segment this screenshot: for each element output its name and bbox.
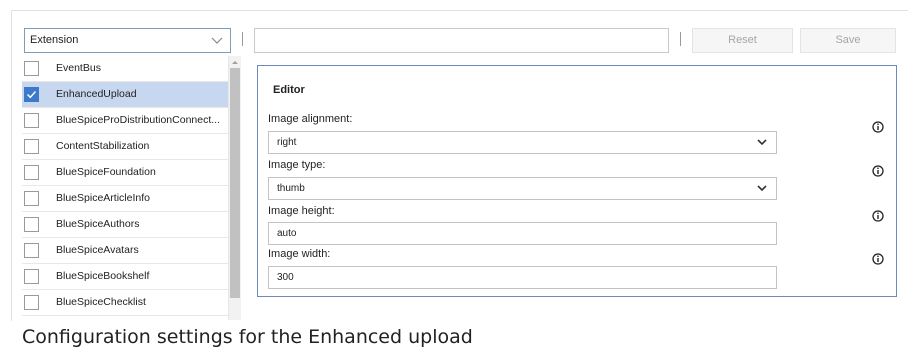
extension-name: BlueSpiceAuthors [56, 218, 140, 230]
scroll-thumb[interactable] [230, 68, 240, 298]
list-scrollbar[interactable] [229, 56, 241, 320]
filter-dropdown[interactable]: Extension [24, 28, 231, 53]
extension-checkbox[interactable] [24, 191, 39, 206]
extension-name: BlueSpiceBookshelf [56, 270, 150, 282]
image-type-value: thumb [277, 183, 305, 194]
list-item[interactable]: BlueSpiceProDistributionConnect... [22, 108, 228, 134]
extension-checkbox[interactable] [24, 113, 39, 128]
extension-checkbox[interactable] [24, 139, 39, 154]
list-item[interactable]: BlueSpiceFoundation [22, 160, 228, 186]
list-item[interactable]: BlueSpiceAvatars [22, 238, 228, 264]
extension-checkbox[interactable] [24, 243, 39, 258]
filter-dropdown-value: Extension [30, 34, 79, 46]
list-item[interactable]: EnhancedUpload [22, 82, 228, 108]
editor-panel: Editor Image alignment: right Image type… [257, 65, 897, 297]
image-height-label: Image height: [268, 205, 335, 217]
scroll-up-arrow-icon[interactable] [229, 56, 241, 68]
extension-name: BlueSpiceArticleInfo [56, 192, 150, 204]
info-icon[interactable] [872, 209, 884, 222]
extension-checkbox[interactable] [24, 165, 39, 180]
image-height-value: auto [277, 228, 297, 239]
list-item[interactable]: BlueSpiceChecklist [22, 290, 228, 316]
extension-list: EventBus EnhancedUpload BlueSpiceProDistri… [22, 56, 229, 320]
info-icon[interactable] [872, 164, 884, 177]
list-item[interactable]: EventBus [22, 56, 228, 82]
image-height-input[interactable]: auto [268, 222, 777, 245]
extension-checkbox[interactable] [24, 295, 39, 310]
search-input[interactable] [254, 28, 669, 53]
list-item[interactable]: ContentStabilization [22, 134, 228, 160]
info-icon[interactable] [872, 252, 884, 265]
image-alignment-dropdown[interactable]: right [268, 131, 777, 154]
image-alignment-value: right [277, 137, 297, 148]
extension-name: BlueSpiceProDistributionConnect... [56, 114, 221, 126]
image-width-label: Image width: [268, 248, 331, 260]
extension-checkbox[interactable] [24, 217, 39, 232]
list-item[interactable]: BlueSpiceBookshelf [22, 264, 228, 290]
chevron-down-icon [756, 178, 768, 199]
extension-checkbox[interactable] [24, 61, 39, 76]
chevron-down-icon [210, 29, 224, 52]
extension-name: BlueSpiceFoundation [56, 166, 156, 178]
toolbar-separator [680, 32, 681, 46]
toolbar-separator [242, 32, 243, 46]
reset-button[interactable]: Reset [692, 28, 793, 53]
extension-checkbox[interactable] [24, 87, 39, 102]
image-width-value: 300 [277, 272, 294, 283]
list-item[interactable]: BlueSpiceAuthors [22, 212, 228, 238]
extension-name: ContentStabilization [56, 140, 150, 152]
image-type-label: Image type: [268, 159, 326, 171]
list-item[interactable]: BlueSpiceArticleInfo [22, 186, 228, 212]
image-width-input[interactable]: 300 [268, 266, 777, 289]
checkmark-icon [27, 91, 37, 99]
extension-checkbox[interactable] [24, 269, 39, 284]
extension-name: BlueSpiceChecklist [56, 296, 146, 308]
editor-title: Editor [273, 84, 305, 96]
extension-name: BlueSpiceAvatars [56, 244, 139, 256]
extension-name: EnhancedUpload [56, 88, 137, 100]
chevron-down-icon [756, 132, 768, 153]
image-alignment-label: Image alignment: [268, 113, 353, 125]
info-icon[interactable] [872, 120, 884, 133]
save-button[interactable]: Save [800, 28, 896, 53]
image-type-dropdown[interactable]: thumb [268, 177, 777, 200]
extension-name: EventBus [56, 62, 101, 74]
figure-caption: Configuration settings for the Enhanced … [22, 326, 473, 348]
